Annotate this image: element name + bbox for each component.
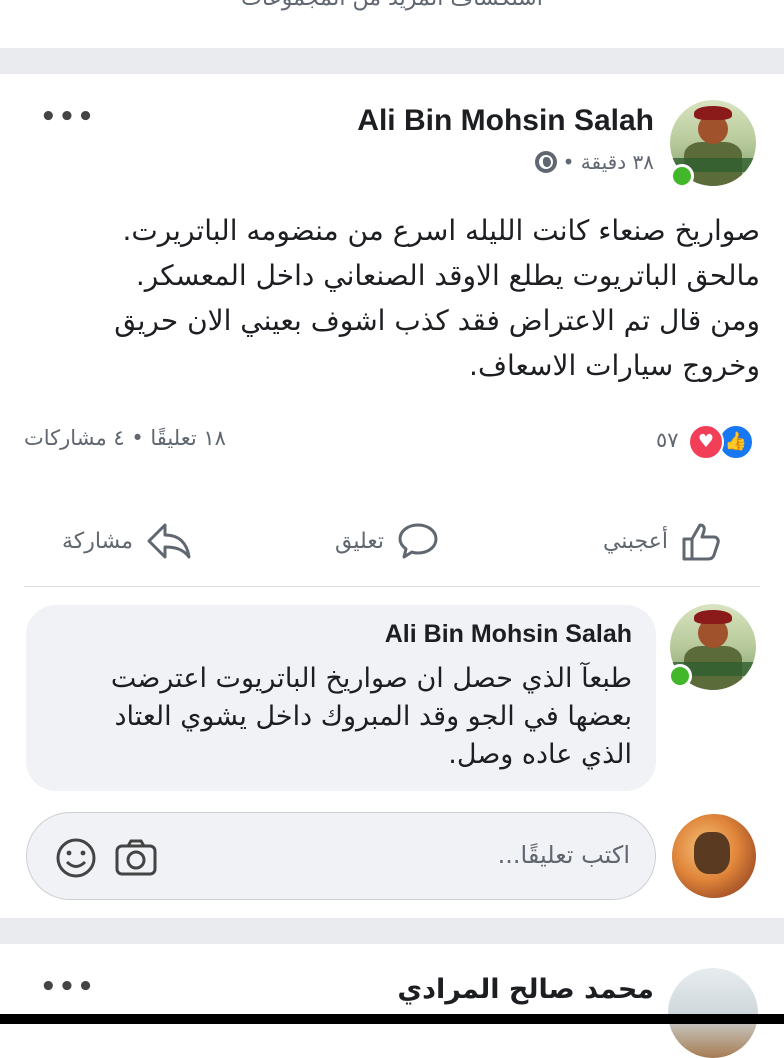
explore-more-groups-link[interactable]: استكشاف المزيد من المجموعات bbox=[0, 0, 784, 11]
next-post-author-name[interactable]: محمد صالح المرادي bbox=[397, 974, 654, 1005]
comment-button[interactable]: تعليق bbox=[335, 516, 440, 566]
next-post-author-avatar[interactable] bbox=[668, 968, 758, 1058]
post-author-name[interactable]: Ali Bin Mohsin Salah bbox=[357, 104, 654, 138]
comment-text-line: الذي عاده وصل. bbox=[448, 739, 632, 770]
reactions-summary[interactable]: ♥ 👍 bbox=[688, 424, 754, 460]
more-dots-icon[interactable]: ••• bbox=[40, 102, 96, 132]
post-meta: ٣٨ دقيقة • bbox=[534, 150, 654, 174]
share-arrow-icon bbox=[147, 523, 191, 559]
like-button[interactable]: أعجبني bbox=[603, 516, 724, 566]
emoji-icon[interactable] bbox=[54, 836, 98, 880]
online-status-indicator bbox=[668, 664, 692, 688]
thumbs-up-icon bbox=[682, 523, 720, 561]
comment-text: طبعآ الذي حصل ان صواريخ الباتريوت اعترضت… bbox=[32, 660, 632, 774]
globe-icon bbox=[534, 151, 557, 173]
feed-separator bbox=[0, 48, 784, 74]
comment-text-line: طبعآ الذي حصل ان صواريخ الباتريوت اعترضت bbox=[110, 663, 632, 694]
reactions-count[interactable]: ٥٧ bbox=[656, 428, 679, 452]
post-text-line: صواريخ صنعاء كانت الليله اسرع من منضومه … bbox=[122, 214, 760, 247]
comment-text-line: بعضها في الجو وقد المبروك داخل يشوي العت… bbox=[114, 701, 632, 732]
post-text-line: وخروج سيارات الاسعاف. bbox=[469, 349, 760, 382]
divider bbox=[24, 586, 760, 587]
like-label: أعجبني bbox=[602, 528, 668, 554]
post-text-line: مالحق الباتريوت يطلع الاوقد الصنعاني داخ… bbox=[135, 259, 760, 292]
share-label: مشاركة bbox=[62, 528, 134, 554]
screen-edge bbox=[0, 1014, 784, 1024]
current-user-avatar[interactable] bbox=[672, 814, 756, 898]
comment-author-name[interactable]: Ali Bin Mohsin Salah bbox=[385, 620, 632, 649]
online-status-indicator bbox=[670, 164, 694, 188]
post-text-line: ومن قال تم الاعتراض فقد كذب اشوف بعيني ا… bbox=[114, 304, 760, 337]
comments-shares-count[interactable]: ١٨ تعليقًا • ٤ مشاركات bbox=[24, 426, 226, 450]
comment-label: تعليق bbox=[335, 528, 385, 554]
feed-separator bbox=[0, 918, 784, 944]
love-reaction-icon: ♥ bbox=[688, 424, 724, 460]
share-button[interactable]: مشاركة bbox=[62, 516, 193, 566]
post-time[interactable]: ٣٨ دقيقة • bbox=[563, 150, 654, 174]
more-dots-icon[interactable]: ••• bbox=[40, 972, 96, 1002]
camera-icon[interactable] bbox=[114, 836, 158, 880]
write-comment-input[interactable] bbox=[268, 840, 632, 870]
comment-bubble-icon bbox=[398, 523, 438, 559]
post-text: صواريخ صنعاء كانت الليله اسرع من منضومه … bbox=[20, 208, 760, 388]
